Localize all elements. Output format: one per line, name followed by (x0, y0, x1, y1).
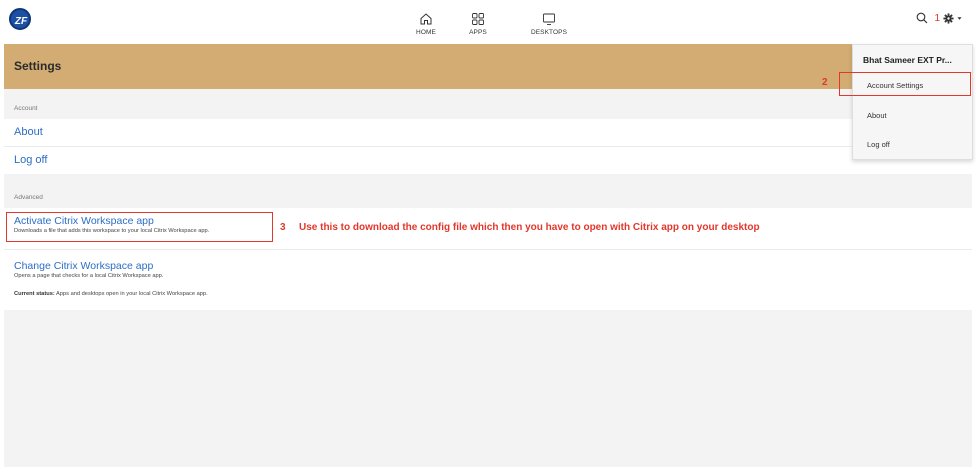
annotation-3-note: Use this to download the config file whi… (299, 222, 760, 233)
status-value: Apps and desktops open in your local Cit… (54, 291, 208, 297)
desktop-monitor-icon (543, 13, 555, 25)
nav-home[interactable]: HOME (396, 12, 456, 36)
search-icon[interactable] (916, 12, 928, 24)
change-citrix-row[interactable]: Change Citrix Workspace app Opens a page… (4, 250, 972, 310)
nav-desktops[interactable]: DESKTOPS (519, 12, 579, 36)
annotation-1: 1 (934, 12, 940, 24)
svg-text:ZF: ZF (14, 16, 28, 27)
citrix-current-status: Current status: Apps and desktops open i… (14, 291, 208, 297)
account-about-row[interactable]: About (4, 119, 972, 146)
top-right-controls: 1 (916, 12, 962, 24)
nav-apps[interactable]: APPS (448, 12, 508, 36)
nav-apps-label: APPS (469, 29, 487, 36)
home-icon (420, 13, 432, 25)
chevron-down-icon[interactable] (957, 16, 962, 21)
change-citrix-description: Opens a page that checks for a local Cit… (14, 273, 164, 279)
page-title: Settings (14, 59, 62, 73)
account-section-label: Account (14, 105, 38, 112)
nav-desktops-label: DESKTOPS (530, 29, 568, 36)
logo-mark: ZF (14, 16, 28, 27)
annotation-highlight-box-2 (839, 72, 971, 96)
change-citrix-link[interactable]: Change Citrix Workspace app (14, 260, 153, 272)
advanced-section-header: Advanced (4, 174, 972, 208)
account-dropdown-menu: Bhat Sameer EXT Pr... Account Settings A… (852, 44, 973, 160)
gear-icon[interactable] (943, 12, 954, 24)
account-section-header: Account (4, 89, 972, 119)
empty-content-area (4, 310, 972, 467)
nav-home-label: HOME (416, 29, 436, 36)
log-off-link[interactable]: Log off (14, 154, 47, 166)
annotation-3: 3 (280, 222, 286, 233)
menu-item-log-off[interactable]: Log off (867, 140, 890, 149)
menu-item-about[interactable]: About (867, 111, 887, 120)
advanced-section-label: Advanced (14, 194, 43, 201)
account-logoff-row[interactable]: Log off (4, 147, 972, 174)
about-link[interactable]: About (14, 126, 43, 138)
status-label: Current status: (14, 291, 55, 297)
dropdown-user-name: Bhat Sameer EXT Pr... (863, 55, 952, 65)
zf-logo[interactable]: ZF (9, 8, 31, 30)
annotation-highlight-box-3 (6, 212, 273, 242)
top-bar: ZF HOME APPS DESKTOPS 1 (0, 0, 976, 44)
annotation-2: 2 (822, 77, 828, 88)
apps-grid-icon (472, 13, 484, 25)
